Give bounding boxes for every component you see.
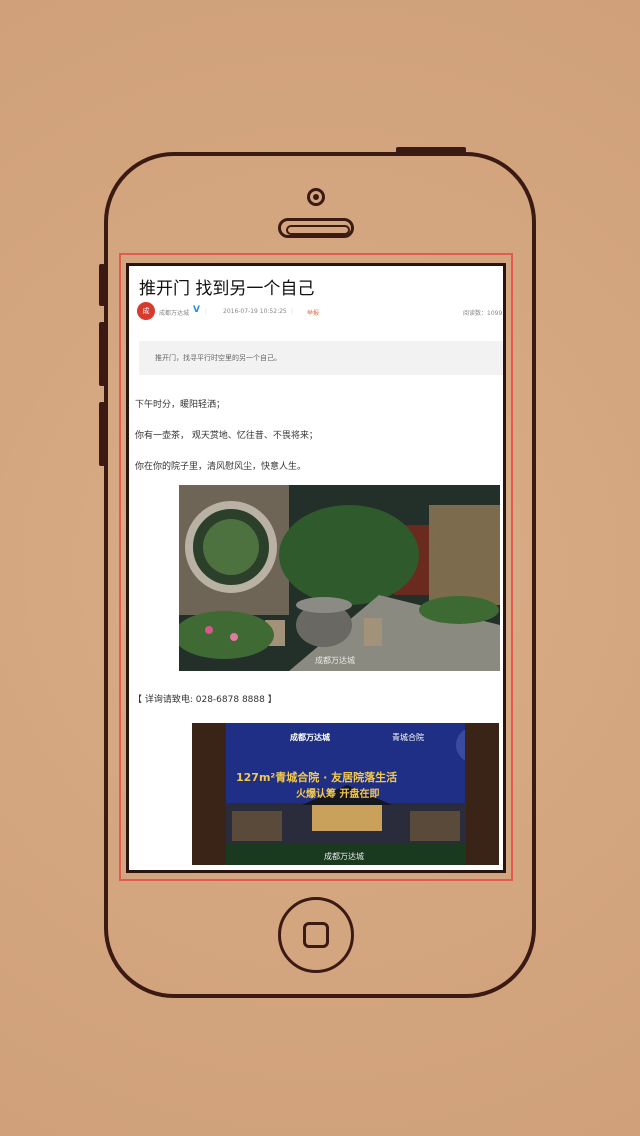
article-meta: 成 成都万达城 V | 2016-07-19 10:52:25 | 举报 阅读数… [137,302,503,322]
courtyard-photo[interactable]: 成都万达城 [179,485,500,671]
article-summary: 推开门，找寻平行时空里的另一个自己。 [139,341,503,375]
paragraph-2: 你有一壶茶， 观天赏地、忆往昔、不畏将来； [135,431,318,441]
divider: | [205,308,208,315]
camera-icon [307,188,325,206]
volume-down-button [99,322,105,386]
author-name[interactable]: 成都万达城 [159,308,189,317]
read-count: 阅读数：1099 [463,310,503,317]
avatar[interactable]: 成 [137,302,155,320]
publish-date: 2016-07-19 10:52:25 [223,308,287,315]
banner-project: 青城合院 [392,733,424,742]
phone-screen: 推开门 找到另一个自己 成 成都万达城 V | 2016-07-19 10:52… [126,263,506,873]
image-caption: 成都万达城 [315,656,355,665]
paragraph-3: 你在你的院子里，清风慰风尘，快意人生。 [135,462,307,472]
promo-banner[interactable]: 成都万达城 青城合院 127m²青城合院 · 友居院落生活 火爆认筹 开盘在即 … [192,723,499,865]
power-button [396,147,466,153]
courtyard-illustration [179,485,500,671]
divider: | [291,308,294,315]
article-title: 推开门 找到另一个自己 [139,279,315,299]
banner-caption: 成都万达城 [324,852,364,861]
home-button[interactable] [278,897,354,973]
volume-up-button [99,264,105,306]
speaker-grille [278,218,354,238]
mute-switch [99,402,105,466]
verified-icon: V [193,305,200,315]
banner-brand: 成都万达城 [290,733,330,742]
report-link[interactable]: 举报 [307,308,319,317]
banner-subline: 火爆认筹 开盘在即 [296,789,380,800]
home-square-icon [303,922,329,948]
paragraph-1: 下午时分，暖阳轻洒； [135,400,226,410]
contact-info: 【 详询请致电: 028-6878 8888 】 [133,695,277,705]
banner-headline: 127m²青城合院 · 友居院落生活 [236,771,398,784]
